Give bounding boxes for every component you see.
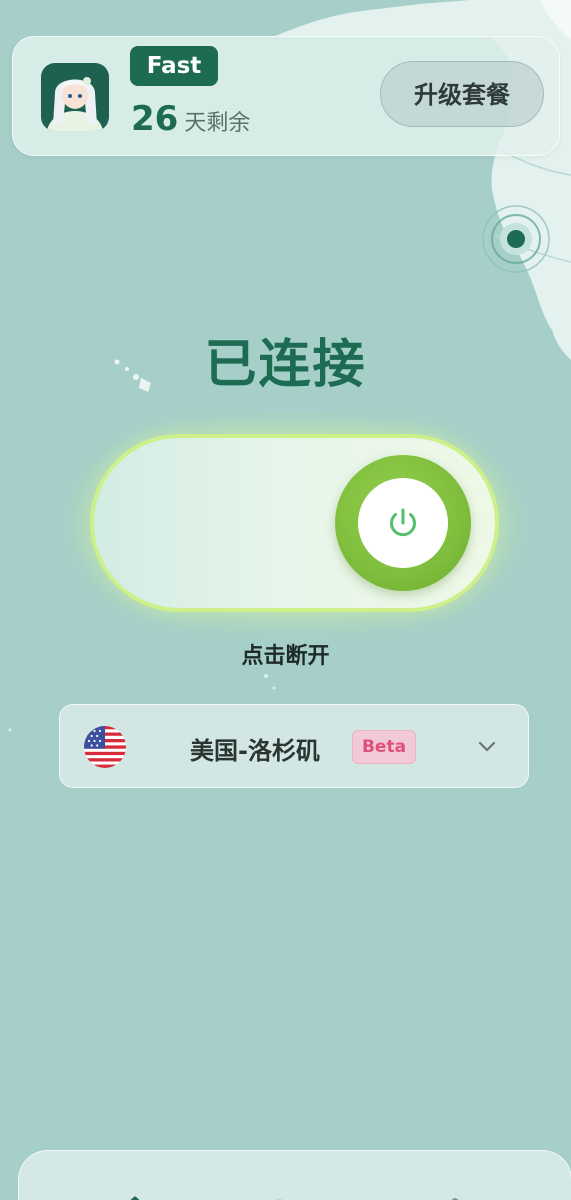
days-remaining-label: 天剩余 bbox=[184, 111, 251, 136]
subscription-card: Fast 26 天剩余 升级套餐 bbox=[12, 36, 560, 156]
location-pin-icon bbox=[482, 205, 550, 273]
disconnect-hint: 点击断开 bbox=[241, 644, 330, 669]
chevron-down-icon[interactable] bbox=[477, 738, 497, 756]
us-flag-icon bbox=[84, 726, 126, 768]
beta-badge: Beta bbox=[352, 730, 416, 764]
upgrade-plan-button[interactable]: 升级套餐 bbox=[380, 61, 544, 127]
bottom-nav-bar bbox=[18, 1150, 571, 1200]
map-island bbox=[8, 728, 12, 732]
settings-icon[interactable] bbox=[435, 1189, 475, 1200]
plan-badge: Fast bbox=[130, 46, 218, 86]
avatar-image bbox=[41, 63, 109, 131]
shop-icon[interactable] bbox=[271, 1189, 311, 1200]
map-island bbox=[264, 674, 268, 678]
power-toggle-knob[interactable] bbox=[335, 455, 471, 591]
connection-status: 已连接 bbox=[204, 335, 367, 395]
power-icon bbox=[390, 508, 416, 537]
server-name: 美国-洛杉矶 bbox=[190, 737, 320, 765]
avatar[interactable] bbox=[41, 63, 109, 131]
days-remaining-row: 26 天剩余 bbox=[131, 99, 250, 139]
power-button[interactable] bbox=[358, 478, 448, 568]
days-remaining-count: 26 bbox=[131, 99, 179, 139]
home-icon[interactable] bbox=[115, 1189, 155, 1200]
server-selector[interactable]: 美国-洛杉矶 Beta bbox=[59, 704, 529, 788]
map-island bbox=[272, 686, 276, 690]
